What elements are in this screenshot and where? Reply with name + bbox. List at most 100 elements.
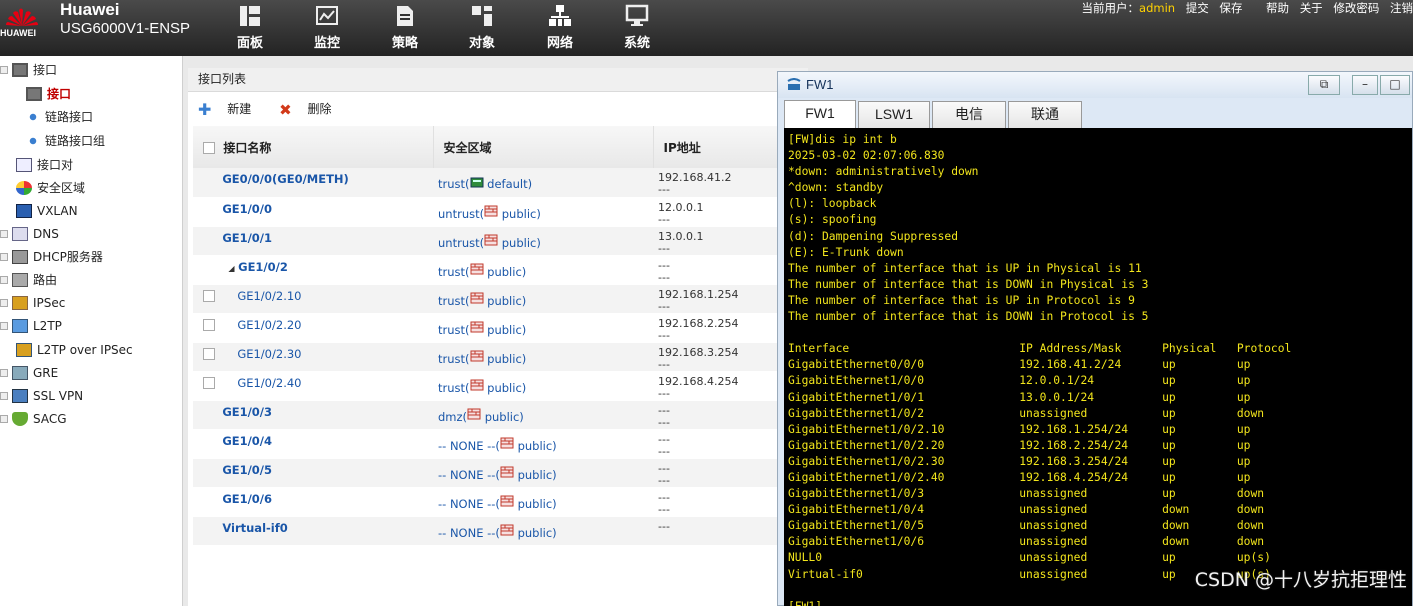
interface-name-link[interactable]: GE1/0/2.40: [222, 376, 301, 390]
interface-name-link[interactable]: GE1/0/2.10: [222, 289, 301, 303]
tab-fw1[interactable]: FW1: [784, 100, 856, 129]
sidebar-item-interface[interactable]: 接口: [26, 83, 206, 105]
sidebar-item-interface-pair[interactable]: 接口对: [16, 154, 196, 176]
tab-unicom[interactable]: 联通: [1008, 101, 1082, 128]
table-row[interactable]: GE1/0/2.10 trust( public) 192.168.1.254 ---: [193, 284, 783, 314]
zone-link[interactable]: -- NONE --( public): [438, 437, 557, 453]
nav-monitor[interactable]: 监控: [302, 4, 352, 51]
delete-button[interactable]: ✖ 删除: [279, 101, 343, 119]
sidebar-item-dns[interactable]: DNS: [0, 223, 180, 245]
zone-link[interactable]: -- NONE --( public): [438, 495, 557, 511]
nav-network[interactable]: 网络: [535, 4, 585, 51]
change-password-link[interactable]: 修改密码: [1333, 1, 1379, 15]
table-row[interactable]: GE1/0/2.30 trust( public) 192.168.3.254 ---: [193, 342, 783, 372]
interface-name-link[interactable]: GE1/0/0: [222, 202, 272, 216]
table-row[interactable]: ◢ GE1/0/2 trust( public) --- ---: [193, 255, 783, 285]
sidebar-item-security-zone[interactable]: 安全区域: [16, 177, 196, 199]
zone-public-icon: [500, 466, 514, 478]
sidebar-item-gre[interactable]: GRE: [0, 362, 180, 384]
zone-link[interactable]: untrust( public): [438, 234, 541, 250]
row-checkbox[interactable]: [203, 290, 215, 302]
zone-link[interactable]: -- NONE --( public): [438, 466, 557, 482]
maximize-button[interactable]: □: [1380, 75, 1410, 95]
sidebar-item-l2tp-over-ipsec[interactable]: L2TP over IPSec: [16, 339, 196, 361]
sidebar-item-link-interface[interactable]: 链路接口: [26, 106, 206, 128]
terminal-screen[interactable]: [FW]dis ip int b 2025-03-02 02:07:06.830…: [784, 128, 1412, 606]
table-row[interactable]: GE1/0/2.20 trust( public) 192.168.2.254 ---: [193, 313, 783, 343]
interface-name-link[interactable]: GE1/0/2.20: [222, 318, 301, 332]
sidebar-item-sacg[interactable]: SACG: [0, 408, 180, 430]
zone-link[interactable]: trust( default): [438, 177, 532, 191]
table-row[interactable]: Virtual-if0 -- NONE --( public) ---: [193, 516, 783, 546]
sidebar-item-vxlan[interactable]: VXLAN: [16, 200, 196, 222]
zone-link[interactable]: untrust( public): [438, 205, 541, 221]
expand-icon[interactable]: [0, 275, 8, 284]
commit-link[interactable]: 提交: [1186, 1, 1209, 15]
expand-icon[interactable]: [0, 391, 8, 400]
interface-name-link[interactable]: GE1/0/6: [222, 492, 272, 506]
nav-policy[interactable]: 策略: [380, 4, 430, 51]
table-row[interactable]: GE1/0/1 untrust( public) 13.0.0.1 ---: [193, 226, 783, 256]
table-row[interactable]: GE1/0/3 dmz( public) --- ---: [193, 400, 783, 430]
table-row[interactable]: GE1/0/5 -- NONE --( public) --- ---: [193, 458, 783, 488]
help-link[interactable]: 帮助: [1266, 1, 1289, 15]
interface-name-link[interactable]: GE1/0/2.30: [222, 347, 301, 361]
nav-system[interactable]: 系统: [612, 4, 662, 51]
table-row[interactable]: GE1/0/4 -- NONE --( public) --- ---: [193, 429, 783, 459]
zone-link[interactable]: trust( public): [438, 292, 526, 308]
nav-dashboard[interactable]: 面板: [225, 4, 275, 51]
expand-icon[interactable]: [0, 229, 8, 238]
zone-link[interactable]: trust( public): [438, 350, 526, 366]
table-row[interactable]: GE1/0/0 untrust( public) 12.0.0.1 ---: [193, 197, 783, 227]
interface-name-link[interactable]: GE0/0/0(GE0/METH): [222, 172, 348, 186]
tab-lsw1[interactable]: LSW1: [858, 101, 930, 128]
save-link[interactable]: 保存: [1219, 1, 1242, 15]
minimize-button[interactable]: –: [1352, 75, 1378, 95]
table-row[interactable]: GE1/0/6 -- NONE --( public) --- ---: [193, 487, 783, 517]
sidebar-item-dhcp-server[interactable]: DHCP服务器: [0, 246, 180, 268]
expand-icon[interactable]: [0, 65, 8, 74]
zone-link[interactable]: trust( public): [438, 379, 526, 395]
sidebar-item-link-interface-group[interactable]: 链路接口组: [26, 130, 206, 152]
nav-object[interactable]: 对象: [457, 4, 507, 51]
sidebar-item-routing[interactable]: 路由: [0, 269, 180, 291]
table-row[interactable]: GE1/0/2.40 trust( public) 192.168.4.254 ---: [193, 371, 783, 401]
restore-button[interactable]: ⧉: [1308, 75, 1340, 95]
interface-name-link[interactable]: GE1/0/3: [222, 405, 272, 419]
ip-address: 192.168.4.254: [658, 374, 739, 388]
zone-link[interactable]: dmz( public): [438, 408, 524, 424]
row-checkbox[interactable]: [203, 348, 215, 360]
sidebar-item-ssl-vpn[interactable]: SSL VPN: [0, 385, 180, 407]
select-all-checkbox[interactable]: [203, 142, 215, 154]
zone-link[interactable]: -- NONE --( public): [438, 524, 557, 540]
expand-icon[interactable]: [0, 298, 8, 307]
expand-icon[interactable]: [0, 368, 8, 377]
interface-name-link[interactable]: GE1/0/4: [222, 434, 272, 448]
ip-address-secondary: ---: [658, 270, 670, 284]
zone-public-icon: [484, 205, 498, 217]
gre-icon: [12, 365, 28, 380]
logout-link[interactable]: 注销: [1390, 1, 1413, 15]
sidebar-item-interface-group[interactable]: 接口: [0, 59, 180, 81]
table-row[interactable]: GE0/0/0(GE0/METH) trust( default) 192.168.…: [193, 168, 783, 198]
new-button[interactable]: ✚ 新建: [198, 100, 263, 119]
row-checkbox[interactable]: [203, 319, 215, 331]
sidebar-item-ipsec[interactable]: IPSec: [0, 292, 180, 314]
expand-icon[interactable]: [0, 252, 8, 261]
terminal-title-bar[interactable]: FW1 ⧉ – □: [778, 72, 1412, 98]
interface-name-link[interactable]: GE1/0/5: [222, 463, 272, 477]
interface-name-link[interactable]: GE1/0/1: [222, 231, 272, 245]
ip-address: 192.168.1.254: [658, 287, 739, 301]
interface-name-link[interactable]: GE1/0/2: [238, 260, 288, 274]
zone-link[interactable]: trust( public): [438, 263, 526, 279]
expand-icon[interactable]: [0, 414, 8, 423]
collapse-icon[interactable]: ◢: [228, 264, 234, 273]
zone-link[interactable]: trust( public): [438, 321, 526, 337]
expand-icon[interactable]: [0, 321, 8, 330]
tab-telecom[interactable]: 电信: [932, 101, 1006, 128]
interface-name-link[interactable]: Virtual-if0: [222, 521, 287, 535]
about-link[interactable]: 关于: [1300, 1, 1323, 15]
top-right-links: 当前用户：admin 提交 保存 帮助 关于 修改密码 注销: [1082, 0, 1413, 16]
sidebar-item-l2tp[interactable]: L2TP: [0, 315, 180, 337]
row-checkbox[interactable]: [203, 377, 215, 389]
